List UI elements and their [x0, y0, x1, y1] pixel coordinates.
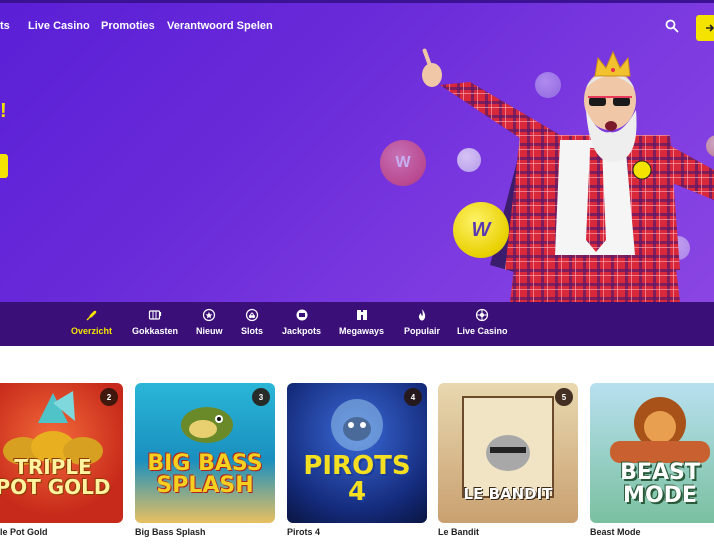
- rank-badge: 3: [252, 388, 270, 406]
- tab-label: Jackpots: [282, 326, 322, 336]
- tab-label: Overzicht: [71, 326, 113, 336]
- game-name: Big Bass Splash: [135, 527, 206, 537]
- roulette-icon: [476, 308, 489, 322]
- nav-item-verantwoord-spelen[interactable]: Verantwoord Spelen: [167, 20, 273, 32]
- game-thumbnail: TRIPLE POT GOLD 2: [0, 383, 123, 523]
- coin-logo: W: [471, 218, 491, 241]
- game-thumbnail: PIROTS 4 4: [287, 383, 427, 523]
- game-art-title: PIROTS 4: [303, 451, 411, 507]
- rocket-icon: [86, 310, 96, 321]
- jackpot-chip-icon: [296, 309, 308, 321]
- tab-label: Slots: [241, 326, 264, 336]
- game-name: le Pot Gold: [0, 527, 48, 537]
- game-card-le-bandit[interactable]: LE BANDIT 5 Le Bandit: [438, 383, 578, 537]
- top-border: [0, 0, 714, 3]
- tab-label: Megaways: [339, 326, 385, 336]
- tab-populair[interactable]: Populair: [404, 308, 440, 336]
- rank-badge: 2: [100, 388, 118, 406]
- coin-decoration: W: [453, 202, 509, 258]
- hero-banner[interactable]: ts Live Casino Promoties Verantwoord Spe…: [0, 0, 714, 302]
- tab-nieuw[interactable]: Nieuw: [196, 308, 223, 336]
- tab-overzicht[interactable]: Overzicht: [71, 308, 112, 336]
- flame-icon: [418, 309, 426, 321]
- tab-megaways[interactable]: Megaways: [339, 308, 384, 336]
- coin-logo: W: [395, 154, 411, 171]
- tab-label: Nieuw: [196, 326, 223, 336]
- hero-cta-button[interactable]: [0, 154, 8, 178]
- mascot-illustration: [422, 48, 714, 302]
- login-icon: [706, 24, 714, 32]
- game-art-title: TRIPLE POT GOLD: [0, 455, 111, 499]
- game-art-title: BEAST MODE: [620, 460, 700, 508]
- game-name: Le Bandit: [438, 527, 480, 537]
- rank-badge: 5: [555, 388, 573, 406]
- casino-page: ts Live Casino Promoties Verantwoord Spe…: [0, 0, 714, 555]
- nav-item-live-casino[interactable]: Live Casino: [28, 20, 90, 32]
- hero-headline: !: [0, 100, 7, 122]
- game-name: Beast Mode: [590, 527, 641, 537]
- megaways-icon: [356, 310, 367, 320]
- tab-jackpots[interactable]: Jackpots: [282, 308, 321, 336]
- nav-item-promoties[interactable]: Promoties: [101, 20, 155, 32]
- tab-live-casino[interactable]: Live Casino: [457, 308, 508, 336]
- game-card-big-bass-splash[interactable]: BIG BASS SPLASH 3 Big Bass Splash: [135, 383, 275, 537]
- tab-label: Populair: [404, 326, 441, 336]
- category-bar: Overzicht Gokkasten Nieuw Slots Jackpots…: [0, 302, 714, 346]
- game-card-beast-mode[interactable]: BEAST MODE Beast Mode: [590, 383, 714, 537]
- slot-machine-icon: [148, 310, 162, 320]
- game-thumbnail: BIG BASS SPLASH 3: [135, 383, 275, 523]
- star-badge-icon: [203, 308, 216, 322]
- game-thumbnail: BEAST MODE: [590, 383, 714, 523]
- cherry-chip-icon: [245, 308, 259, 322]
- tab-gokkasten[interactable]: Gokkasten: [132, 308, 178, 336]
- game-art-title: BIG BASS SPLASH: [147, 451, 263, 498]
- nav-item-slots[interactable]: ts: [0, 20, 10, 32]
- tab-label: Gokkasten: [132, 326, 179, 336]
- account-button[interactable]: [696, 15, 714, 41]
- search-icon[interactable]: [665, 19, 679, 33]
- game-name: Pirots 4: [287, 527, 321, 537]
- game-thumbnail: LE BANDIT 5: [438, 383, 578, 523]
- tab-label: Live Casino: [457, 326, 508, 336]
- game-art-title: LE BANDIT: [463, 485, 553, 503]
- game-card-pirots-4[interactable]: PIROTS 4 4 Pirots 4: [287, 383, 427, 537]
- game-card-triple-pot-gold[interactable]: TRIPLE POT GOLD 2 le Pot Gold: [0, 383, 123, 537]
- rank-badge: 4: [404, 388, 422, 406]
- tab-slots[interactable]: Slots: [241, 308, 263, 336]
